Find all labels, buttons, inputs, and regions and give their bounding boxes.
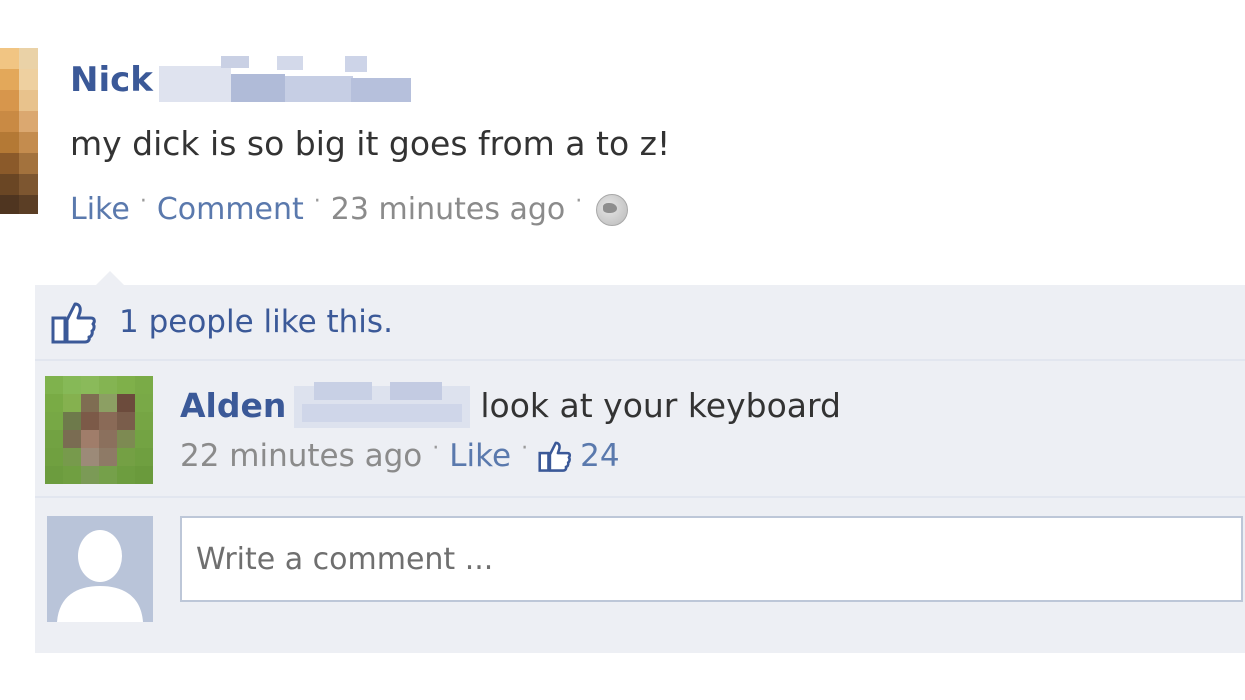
like-link[interactable]: Like (70, 192, 130, 227)
thumbs-up-icon[interactable] (538, 440, 572, 472)
post-actions: Like · Comment · 23 minutes ago · (70, 189, 629, 227)
separator-dot: · (432, 435, 440, 461)
comment-author-line: Alden look at your keyboard (180, 382, 841, 428)
comment-input[interactable] (180, 516, 1243, 602)
likes-summary-text[interactable]: 1 people like this. (119, 304, 393, 340)
separator-dot: · (313, 189, 321, 214)
default-avatar-icon (47, 516, 153, 622)
comment-like-count[interactable]: 24 (580, 438, 619, 474)
post-timestamp[interactable]: 23 minutes ago (331, 192, 565, 227)
redacted-surname (294, 382, 471, 428)
separator-dot: · (575, 189, 583, 214)
comment-text: look at your keyboard (480, 385, 841, 425)
comment-item: Alden look at your keyboard 22 minutes a… (35, 362, 1245, 498)
feedback-section: 1 people like this. Alden look at your k… (35, 285, 1245, 653)
comment-meta: 22 minutes ago · Like · 24 (180, 435, 620, 475)
comment-composer (35, 502, 1245, 653)
redacted-surname (158, 56, 414, 104)
silhouette-icon (47, 516, 153, 622)
ufi-caret (96, 271, 124, 285)
commenter-avatar[interactable] (45, 376, 153, 484)
post-author-first-name[interactable]: Nick (70, 60, 153, 100)
comment-like-link[interactable]: Like (449, 438, 511, 474)
comment-timestamp[interactable]: 22 minutes ago (180, 438, 422, 474)
post-text: my dick is so big it goes from a to z! (70, 124, 671, 163)
separator-dot: · (521, 435, 529, 461)
comment-author-name[interactable]: Alden (180, 386, 286, 425)
post-author-avatar[interactable] (0, 48, 38, 214)
separator-dot: · (139, 189, 147, 214)
globe-icon[interactable] (596, 193, 629, 226)
comment-link[interactable]: Comment (157, 192, 304, 227)
likes-summary-row: 1 people like this. (35, 285, 1245, 361)
thumbs-up-icon (51, 302, 96, 344)
post-author-name[interactable]: Nick (70, 56, 414, 104)
